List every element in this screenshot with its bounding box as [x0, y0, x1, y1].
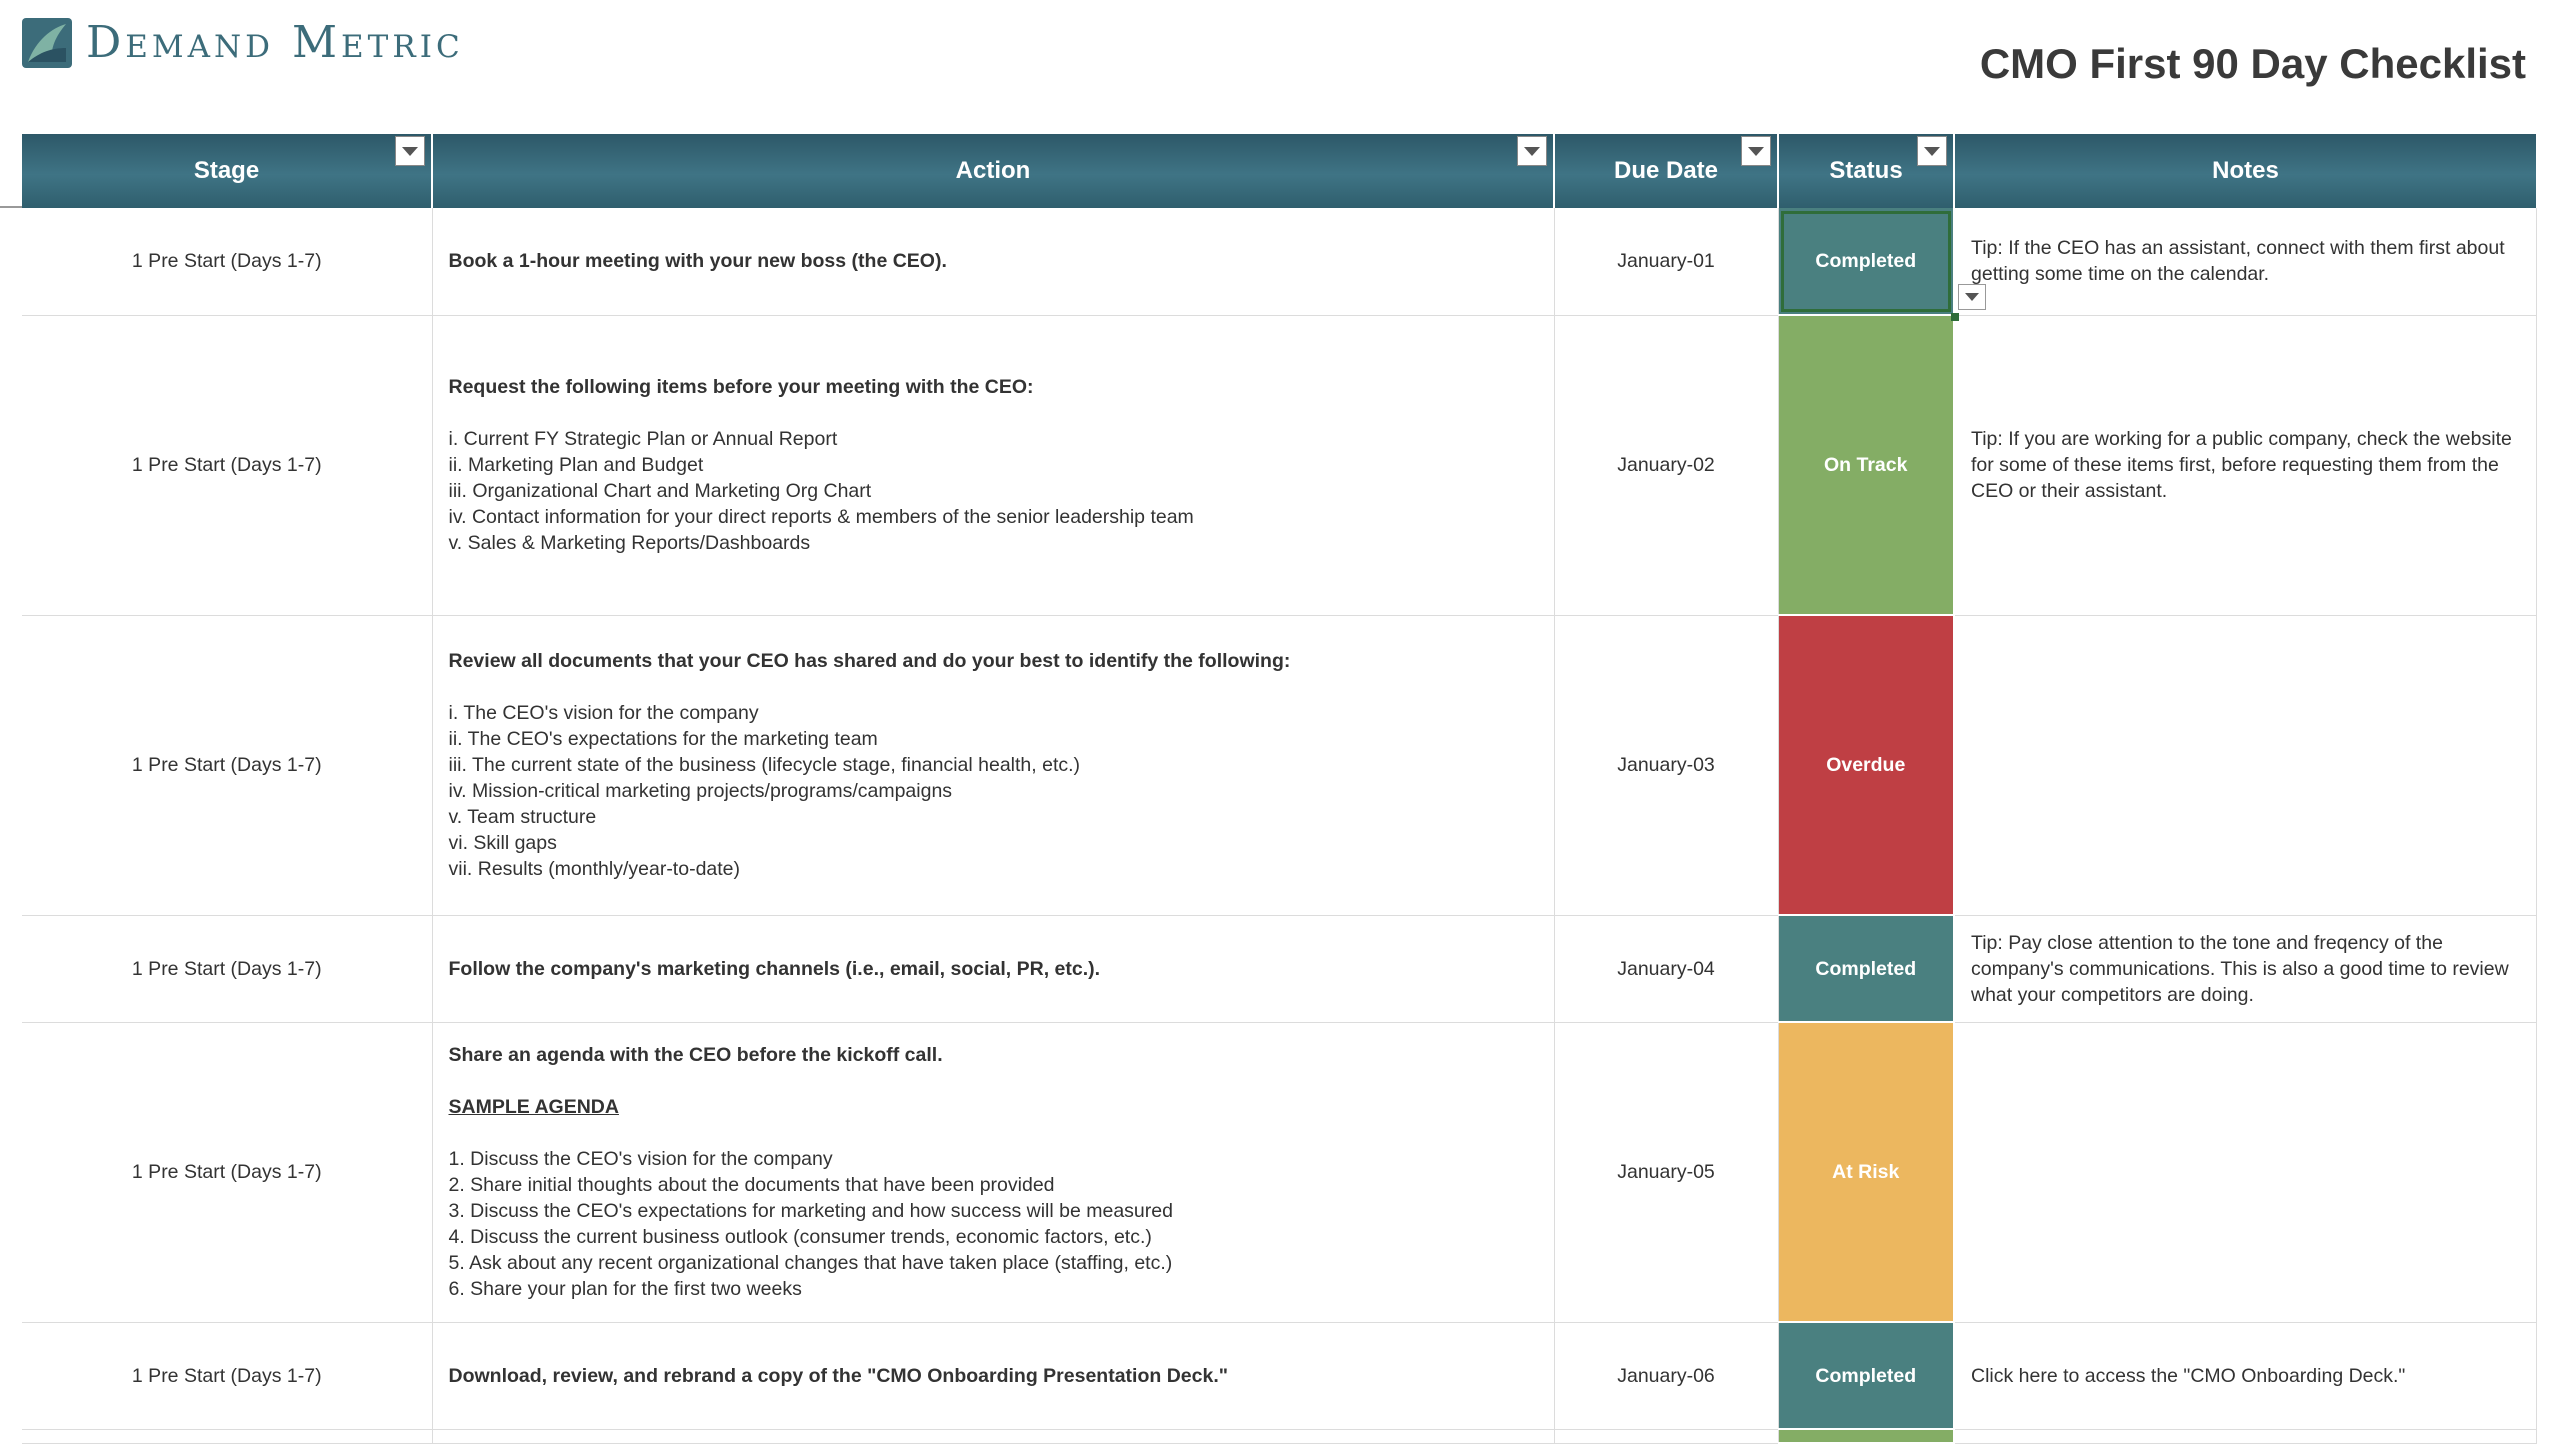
action-title: Share an agenda with the CEO before the …: [448, 1044, 943, 1066]
due-date-cell[interactable]: January-01: [1554, 208, 1779, 316]
action-item: v. Team structure: [448, 806, 597, 828]
action-subheading: SAMPLE AGENDA: [448, 1096, 619, 1118]
action-cell[interactable]: Download, review, and rebrand a copy of …: [432, 1322, 1555, 1430]
demand-metric-logo-icon: [22, 18, 72, 68]
action-title: Request the following items before your …: [448, 376, 1034, 398]
status-cell[interactable]: Completed: [1778, 1322, 1955, 1430]
action-item: iii. Organizational Chart and Marketing …: [448, 480, 872, 502]
action-item: ii. The CEO's expectations for the marke…: [448, 728, 878, 750]
filter-dropdown-icon[interactable]: [1741, 136, 1771, 166]
column-label: Status: [1829, 157, 1903, 184]
action-item: iv. Contact information for your direct …: [448, 506, 1194, 528]
action-item: 1. Discuss the CEO's vision for the comp…: [448, 1148, 833, 1170]
column-label: Due Date: [1613, 157, 1719, 184]
action-item: v. Sales & Marketing Reports/Dashboards: [448, 532, 811, 554]
action-cell[interactable]: Follow the company's marketing channels …: [432, 915, 1555, 1023]
fill-handle[interactable]: [1951, 313, 1959, 321]
action-item: 6. Share your plan for the first two wee…: [448, 1278, 802, 1300]
stage-cell[interactable]: 1 Pre Start (Days 1-7): [22, 1022, 433, 1323]
notes-link-cell[interactable]: Click here to access the "CMO Onboarding…: [1954, 1322, 2537, 1430]
action-title: Download, review, and rebrand a copy of …: [448, 1364, 1228, 1387]
status-cell[interactable]: [1778, 1429, 1955, 1444]
notes-cell[interactable]: Tip: If you are working for a public com…: [1954, 315, 2537, 616]
stage-cell[interactable]: 1 Pre Start (Days 1-7): [22, 1322, 433, 1430]
brand-logo: Demand Metric: [22, 18, 464, 68]
table-row: 1 Pre Start (Days 1-7) Follow the compan…: [22, 915, 2537, 1023]
action-item: 3. Discuss the CEO's expectations for ma…: [448, 1200, 1173, 1222]
due-date-cell[interactable]: January-05: [1554, 1022, 1779, 1323]
stage-cell[interactable]: 1 Pre Start (Days 1-7): [22, 208, 433, 316]
table-row: 1 Pre Start (Days 1-7) Request the follo…: [22, 315, 2537, 616]
table-row: 1 Pre Start (Days 1-7) Book a 1-hour mee…: [22, 208, 2537, 316]
column-header-due-date: Due Date: [1554, 134, 1779, 208]
action-cell[interactable]: Book a 1-hour meeting with your new boss…: [432, 208, 1555, 316]
action-item: ii. Marketing Plan and Budget: [448, 454, 704, 476]
status-cell[interactable]: Completed: [1778, 915, 1955, 1023]
header-row: Stage Action Due Date Status Notes: [22, 134, 2536, 208]
action-item: iii. The current state of the business (…: [448, 754, 1081, 776]
column-header-stage: Stage: [22, 134, 433, 208]
spreadsheet-page: Demand Metric CMO First 90 Day Checklist…: [0, 0, 2560, 1444]
stage-cell[interactable]: 1 Pre Start (Days 1-7): [22, 615, 433, 916]
table-row: 1 Pre Start (Days 1-7) Download, review,…: [22, 1322, 2537, 1430]
column-label: Notes: [2212, 157, 2279, 184]
due-date-cell[interactable]: [1554, 1429, 1779, 1444]
action-item: vi. Skill gaps: [448, 832, 557, 854]
column-header-action: Action: [432, 134, 1555, 208]
action-cell[interactable]: Review all documents that your CEO has s…: [432, 615, 1555, 916]
column-header-notes: Notes: [1954, 134, 2536, 208]
brand-name: Demand Metric: [86, 17, 464, 68]
cell-dropdown-icon[interactable]: [1958, 284, 1986, 310]
table-row: [22, 1429, 2537, 1444]
notes-cell[interactable]: [1954, 1429, 2537, 1444]
filter-dropdown-icon[interactable]: [1517, 136, 1547, 166]
action-item: 2. Share initial thoughts about the docu…: [448, 1174, 1055, 1196]
notes-cell[interactable]: [1954, 1022, 2537, 1323]
row-gridline: [0, 206, 22, 208]
action-item: i. The CEO's vision for the company: [448, 702, 759, 724]
due-date-cell[interactable]: January-03: [1554, 615, 1779, 916]
stage-cell[interactable]: 1 Pre Start (Days 1-7): [22, 915, 433, 1023]
stage-cell[interactable]: 1 Pre Start (Days 1-7): [22, 315, 433, 616]
status-cell[interactable]: Overdue: [1778, 615, 1955, 916]
table-row: 1 Pre Start (Days 1-7) Review all docume…: [22, 615, 2537, 916]
due-date-cell[interactable]: January-04: [1554, 915, 1779, 1023]
action-item: 5. Ask about any recent organizational c…: [448, 1252, 1173, 1274]
column-label: Stage: [193, 157, 260, 184]
status-cell[interactable]: At Risk: [1778, 1022, 1955, 1323]
due-date-cell[interactable]: January-06: [1554, 1322, 1779, 1430]
action-item: 4. Discuss the current business outlook …: [448, 1226, 1152, 1248]
status-cell[interactable]: Completed: [1778, 208, 1955, 316]
action-cell[interactable]: [432, 1429, 1555, 1444]
action-title: Book a 1-hour meeting with your new boss…: [448, 250, 947, 273]
due-date-cell[interactable]: January-02: [1554, 315, 1779, 616]
action-item: i. Current FY Strategic Plan or Annual R…: [448, 428, 838, 450]
table-row: 1 Pre Start (Days 1-7) Share an agenda w…: [22, 1022, 2537, 1323]
column-header-status: Status: [1778, 134, 1955, 208]
status-cell[interactable]: On Track: [1778, 315, 1955, 616]
action-title: Review all documents that your CEO has s…: [448, 650, 1291, 672]
action-item: vii. Results (monthly/year-to-date): [448, 858, 741, 880]
stage-cell[interactable]: [22, 1429, 433, 1444]
page-title: CMO First 90 Day Checklist: [1979, 40, 2526, 87]
action-cell[interactable]: Request the following items before your …: [432, 315, 1555, 616]
filter-dropdown-icon[interactable]: [1917, 136, 1947, 166]
column-label: Action: [955, 157, 1031, 184]
notes-cell[interactable]: Tip: If the CEO has an assistant, connec…: [1954, 208, 2537, 316]
checklist-table: Stage Action Due Date Status Notes 1 Pre…: [22, 134, 2537, 1444]
action-title: Follow the company's marketing channels …: [448, 957, 1101, 980]
action-item: iv. Mission-critical marketing projects/…: [448, 780, 953, 802]
notes-cell[interactable]: [1954, 615, 2537, 916]
filter-dropdown-icon[interactable]: [395, 136, 425, 166]
notes-cell[interactable]: Tip: Pay close attention to the tone and…: [1954, 915, 2537, 1023]
action-cell[interactable]: Share an agenda with the CEO before the …: [432, 1022, 1555, 1323]
